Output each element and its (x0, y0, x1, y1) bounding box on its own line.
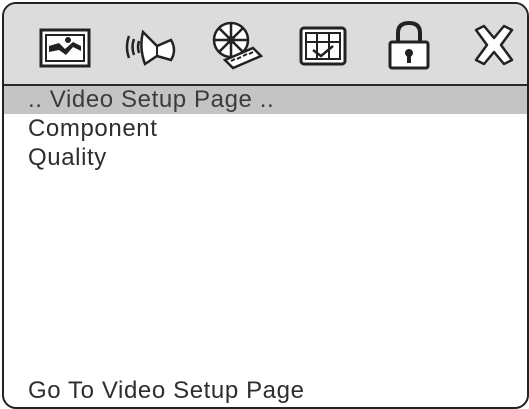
audio-setup-icon[interactable] (121, 16, 181, 74)
password-lock-icon[interactable] (379, 16, 439, 74)
page-title: .. Video Setup Page .. (28, 86, 275, 113)
setup-menu-window: .. Video Setup Page .. Component Quality… (2, 2, 529, 409)
menu-item-component[interactable]: Component (28, 116, 157, 142)
page-header: .. Video Setup Page .. (4, 86, 527, 114)
preference-page-icon[interactable] (293, 16, 353, 74)
menu-item-quality[interactable]: Quality (28, 145, 107, 171)
status-footer: Go To Video Setup Page (28, 377, 305, 404)
general-setup-icon[interactable] (35, 16, 95, 74)
exit-icon[interactable] (464, 16, 524, 74)
setup-toolbar (4, 4, 527, 86)
video-setup-icon[interactable] (207, 16, 267, 74)
